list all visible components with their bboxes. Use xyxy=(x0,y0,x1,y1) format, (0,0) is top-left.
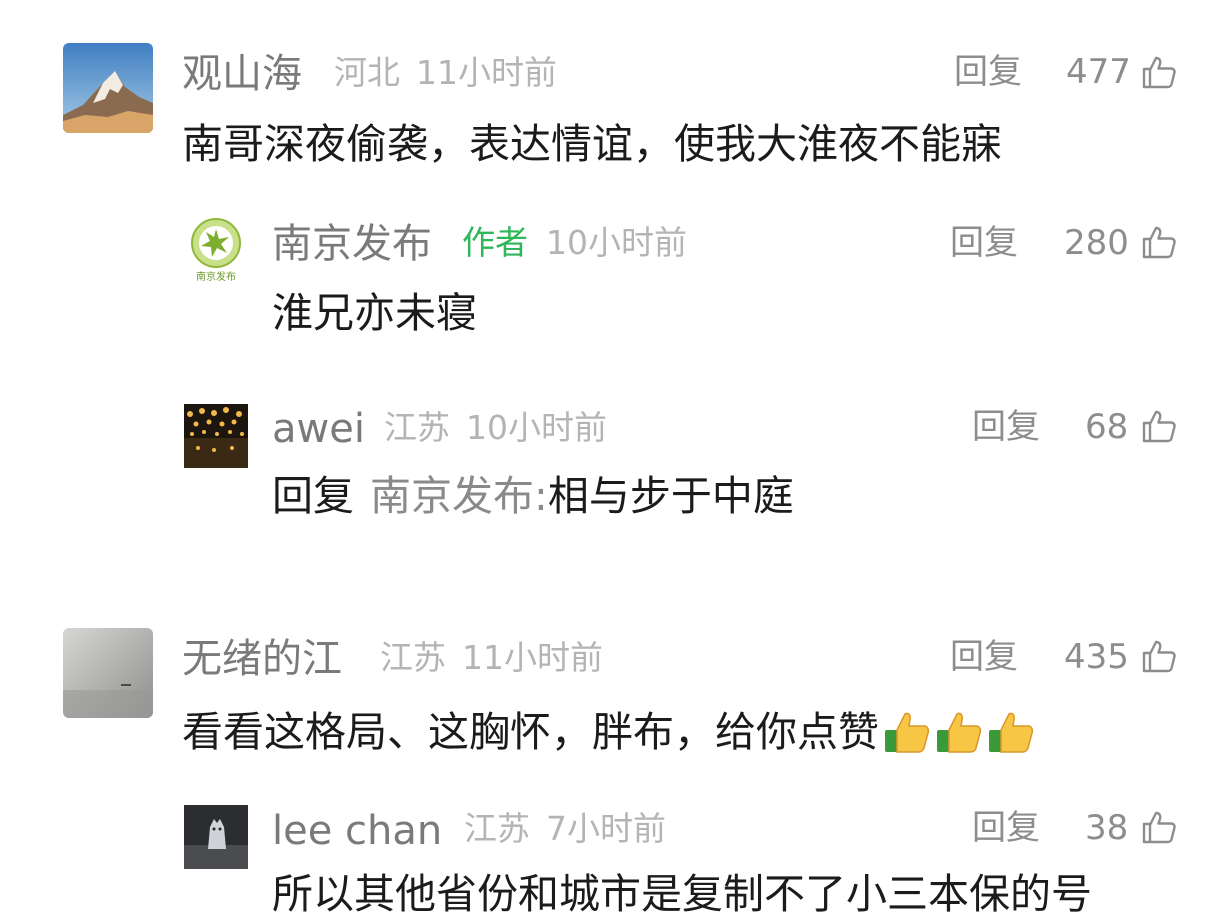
comment-text: 看看这格局、这胸怀，胖布，给你点赞 xyxy=(182,708,1035,754)
thumbs-up-emoji xyxy=(885,712,930,753)
timestamp: 11小时前 xyxy=(416,53,557,92)
reply-prefix: 回复 xyxy=(272,472,354,520)
thumbs-up-icon[interactable] xyxy=(1141,638,1177,674)
like-count: 68 xyxy=(1085,407,1129,447)
username[interactable]: 观山海 xyxy=(182,54,302,94)
thumbs-up-emoji xyxy=(989,712,1034,753)
snowy-mountain-avatar xyxy=(63,43,153,133)
comment-text: 回复 南京发布:相与步于中庭 xyxy=(272,476,794,517)
user-avatar[interactable]: 南京发布 xyxy=(184,216,248,284)
lanterns-avatar xyxy=(184,404,248,468)
thumbs-up-icon[interactable] xyxy=(1141,408,1177,444)
reply-button[interactable]: 回复 xyxy=(950,640,1018,674)
reply-button[interactable]: 回复 xyxy=(954,55,1022,89)
user-avatar[interactable] xyxy=(63,628,153,718)
username[interactable]: awei xyxy=(272,409,365,449)
cat-figurine-avatar xyxy=(184,805,248,869)
comment-body: 看看这格局、这胸怀，胖布，给你点赞 xyxy=(182,708,879,756)
avatar-caption: 南京发布 xyxy=(196,270,236,283)
timestamp: 7小时前 xyxy=(546,809,666,848)
timestamp: 11小时前 xyxy=(462,638,603,677)
comment-text: 所以其他省份和城市是复制不了小三本保的号 xyxy=(272,870,1092,918)
thumbs-up-icon[interactable] xyxy=(1141,809,1177,845)
location: 河北 xyxy=(334,53,400,92)
reply-button[interactable]: 回复 xyxy=(972,410,1040,444)
like-count: 38 xyxy=(1085,808,1129,848)
like-count: 435 xyxy=(1064,637,1129,677)
comment-text: 南哥深夜偷袭，表达情谊，使我大淮夜不能寐 xyxy=(182,120,1002,168)
nanjing-fabu-logo-avatar: 南京发布 xyxy=(184,216,248,284)
reply-item: lee chan 江苏 7小时前 回复 38 所以其他省份和城市是复制不了小三本… xyxy=(0,0,1229,915)
user-avatar[interactable] xyxy=(184,404,248,468)
author-badge: 作者 xyxy=(462,223,528,262)
username[interactable]: 无绪的江 xyxy=(182,639,342,679)
reply-body: 相与步于中庭 xyxy=(547,472,794,520)
location: 江苏 xyxy=(384,408,450,447)
user-avatar[interactable] xyxy=(63,43,153,133)
user-avatar[interactable] xyxy=(184,805,248,869)
reply-mention[interactable]: 南京发布: xyxy=(370,472,548,520)
reply-button[interactable]: 回复 xyxy=(950,226,1018,260)
location: 江苏 xyxy=(380,638,446,677)
like-count: 477 xyxy=(1066,52,1131,92)
thumbs-up-emoji xyxy=(937,712,982,753)
timestamp: 10小时前 xyxy=(546,223,687,262)
like-count: 280 xyxy=(1064,223,1129,263)
username[interactable]: 南京发布 xyxy=(272,224,432,264)
thumbs-up-icon[interactable] xyxy=(1141,54,1177,90)
reply-button[interactable]: 回复 xyxy=(972,811,1040,845)
comment-text: 淮兄亦未寝 xyxy=(272,289,477,337)
timestamp: 10小时前 xyxy=(466,408,607,447)
foggy-river-avatar xyxy=(63,628,153,718)
username[interactable]: lee chan xyxy=(272,811,442,851)
location: 江苏 xyxy=(464,809,530,848)
thumbs-up-icon[interactable] xyxy=(1141,224,1177,260)
